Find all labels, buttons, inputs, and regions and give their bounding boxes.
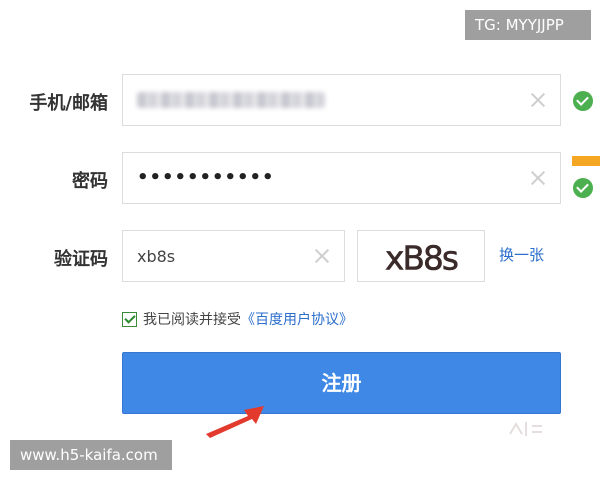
account-label: 手机/邮箱 <box>29 93 108 114</box>
red-arrow-icon <box>206 406 264 438</box>
check-circle-icon <box>573 91 593 111</box>
clear-icon[interactable] <box>314 248 330 264</box>
clear-icon[interactable] <box>530 170 546 186</box>
clear-icon[interactable] <box>530 92 546 108</box>
captcha-label: 验证码 <box>54 249 108 270</box>
faint-background-mark <box>509 422 542 436</box>
captcha-image[interactable]: xB8s <box>357 230 485 282</box>
refresh-captcha-link[interactable]: 换一张 <box>499 244 544 265</box>
captcha-input-value: xb8s <box>137 247 176 266</box>
check-circle-icon <box>573 178 593 198</box>
captcha-image-text: xB8s <box>385 239 458 277</box>
captcha-input[interactable]: xb8s <box>122 230 345 282</box>
account-value-blurred <box>137 92 325 108</box>
agreement-row: 我已阅读并接受 《百度用户协议》 <box>122 309 353 329</box>
account-field[interactable] <box>122 74 561 126</box>
register-button[interactable]: 注册 <box>122 352 561 414</box>
password-label: 密码 <box>72 171 108 192</box>
agreement-checkbox[interactable] <box>122 311 137 327</box>
watermark-bottom: www.h5-kaifa.com <box>10 440 172 470</box>
watermark-top: TG: MYYJJPP <box>465 10 591 40</box>
password-strength-bar <box>572 156 600 166</box>
agreement-link[interactable]: 《百度用户协议》 <box>241 309 353 329</box>
password-field[interactable]: ••••••••••• <box>122 152 561 204</box>
password-masked-value: ••••••••••• <box>137 167 275 188</box>
captcha-image-graphic: xB8s <box>385 239 460 278</box>
agreement-text: 我已阅读并接受 <box>143 312 241 328</box>
